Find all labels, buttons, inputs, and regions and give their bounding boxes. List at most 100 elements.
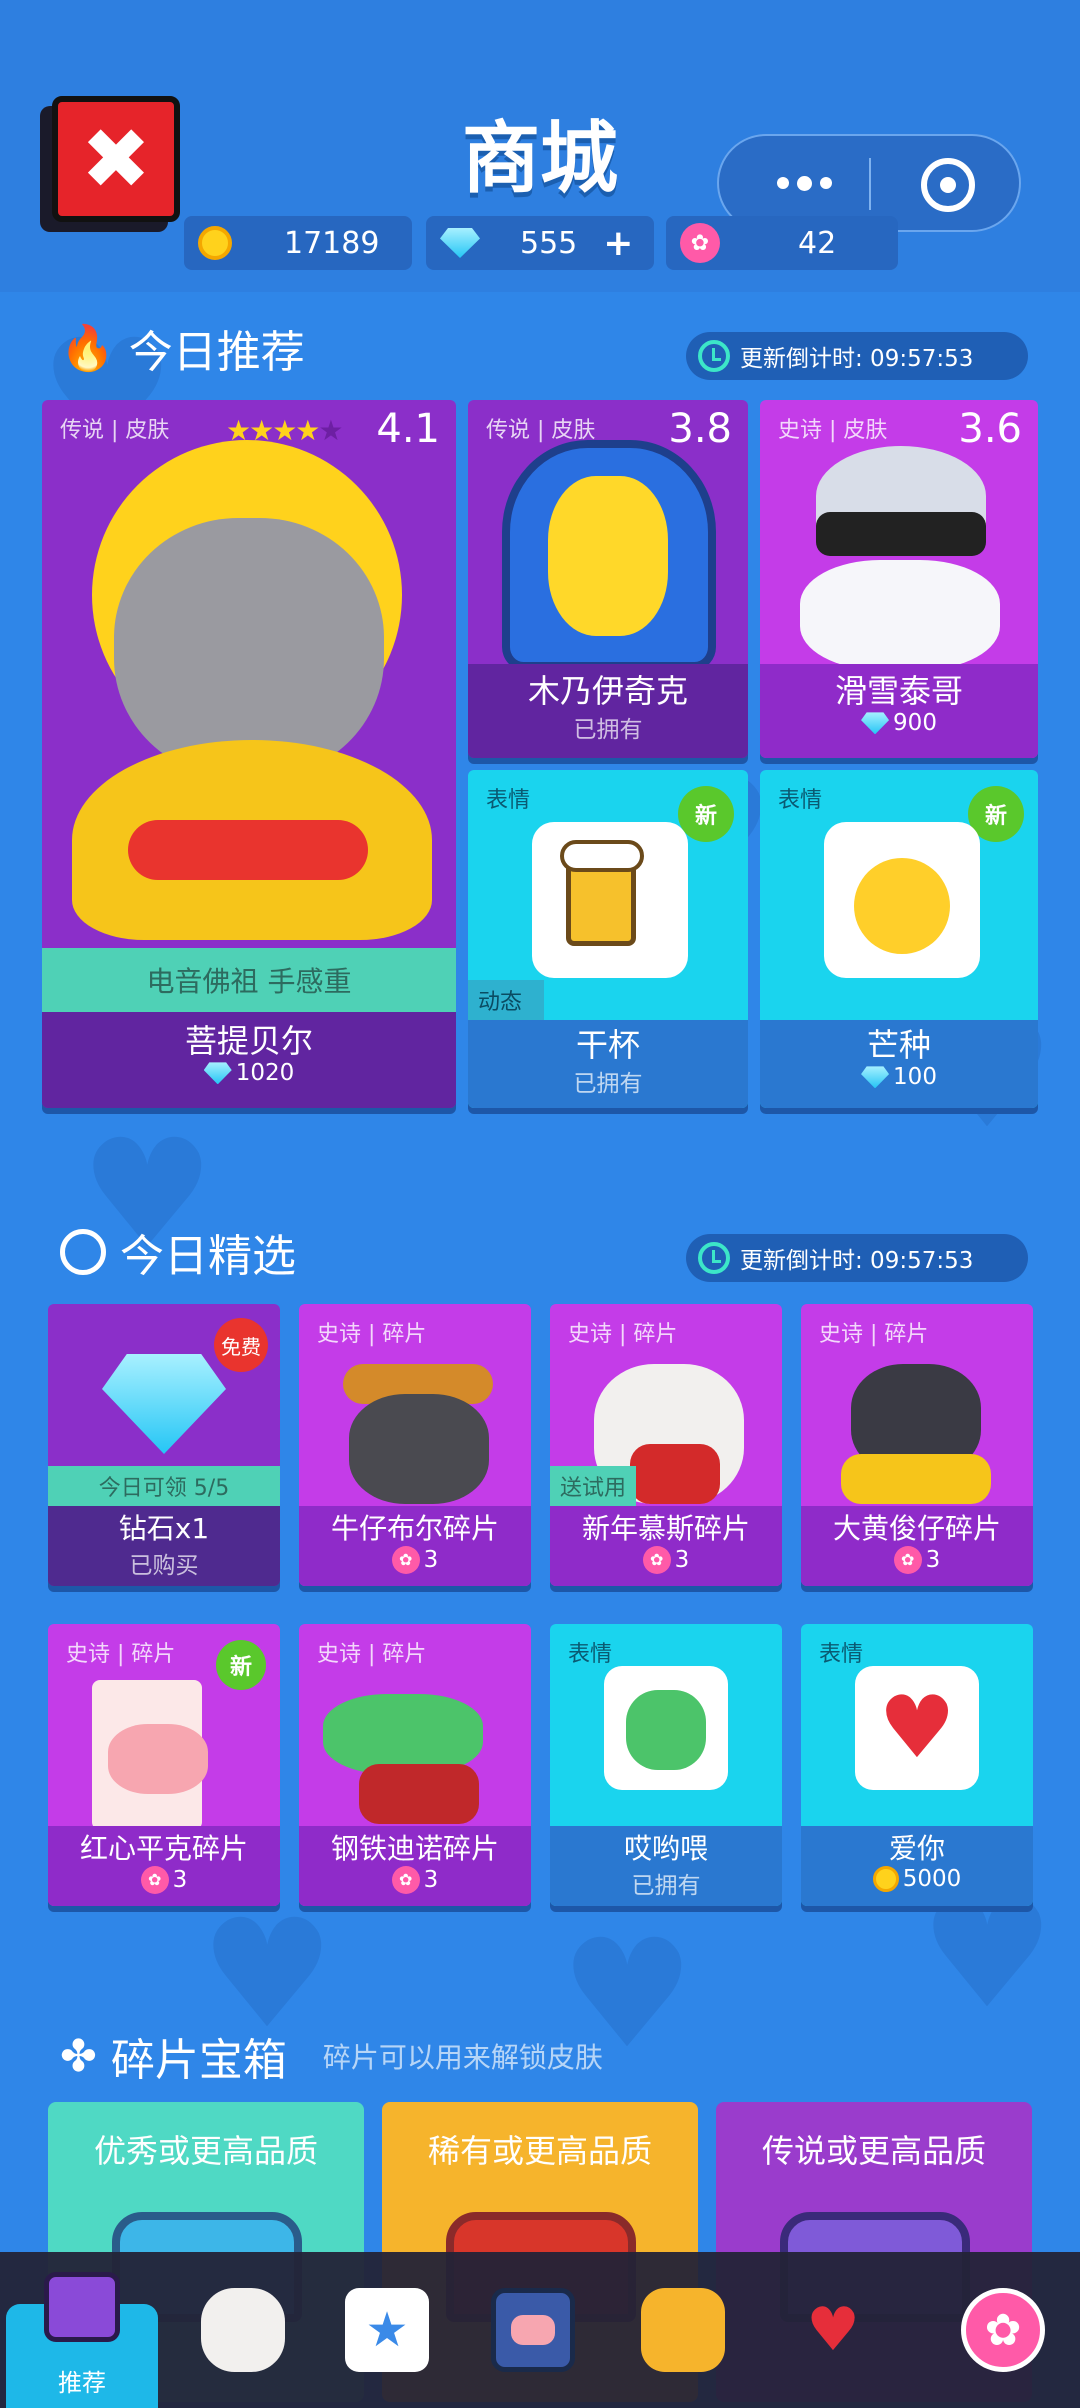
card-tagline: 电音佛祖 手感重	[42, 948, 456, 1012]
card-meta: 史诗 | 碎片	[819, 1322, 929, 1347]
gem-balance: 555 +	[426, 216, 654, 270]
card-meta: 表情	[819, 1642, 864, 1667]
coin-balance: 17189	[184, 216, 412, 270]
flower-value: 42	[798, 225, 837, 261]
gem-icon	[203, 1062, 232, 1085]
nav-label: 推荐	[58, 2368, 106, 2397]
card-footer: 木乃伊奇克 已拥有	[468, 664, 748, 758]
section-title-recommend: 🔥 今日推荐	[60, 323, 305, 378]
flower-icon: ✿	[961, 2288, 1045, 2372]
shop-item-card[interactable]: 史诗 | 碎片 牛仔布尔碎片 ✿ 3	[299, 1304, 531, 1586]
goggles-image	[816, 512, 986, 556]
flame-icon: 🔥	[60, 323, 115, 374]
card-footer: 干杯 已拥有	[468, 1020, 748, 1108]
card-price: 3	[925, 1546, 941, 1573]
shop-item-card[interactable]: 免费 今日可领 5/5 钻石x1 已购买	[48, 1304, 280, 1586]
clock-icon	[698, 1242, 730, 1274]
card-price: 3	[423, 1866, 439, 1893]
card-footer: 哎哟喂 已拥有	[550, 1826, 782, 1906]
emote-card[interactable]: 表情 新 芒种 100	[760, 770, 1038, 1108]
nav-tab-emotes[interactable]: ★	[310, 2252, 464, 2408]
emote-card[interactable]: 表情 ♥ 爱你 5000	[801, 1624, 1033, 1906]
skin-card[interactable]: 史诗 | 皮肤 3.6 滑雪泰哥 900	[760, 400, 1038, 758]
gem-icon	[861, 712, 890, 735]
shop-item-card[interactable]: 史诗 | 碎片 新 红心平克碎片 ✿ 3	[48, 1624, 280, 1906]
card-footer: 钻石x1 已购买	[48, 1506, 280, 1586]
featured-skin-card[interactable]: 传说 | 皮肤 ★★★★★ 4.1 电音佛祖 手感重 菩提贝尔 1020	[42, 400, 456, 1108]
card-name: 干杯	[575, 1026, 640, 1064]
chick-emote-icon	[824, 822, 980, 978]
flower-icon: ✿	[391, 1865, 420, 1894]
card-meta: 史诗 | 碎片	[66, 1642, 176, 1667]
card-name: 爱你	[888, 1832, 945, 1865]
skin-card[interactable]: 传说 | 皮肤 3.8 木乃伊奇克 已拥有	[468, 400, 748, 758]
gem-icon	[440, 228, 480, 258]
claim-tag: 今日可领 5/5	[48, 1466, 280, 1506]
card-footer: 爱你 5000	[801, 1826, 1033, 1906]
nav-tab-characters[interactable]	[166, 2252, 320, 2408]
add-gem-button[interactable]: +	[603, 223, 633, 264]
coin-icon	[872, 1865, 899, 1892]
card-rating: 4.1	[376, 406, 440, 452]
shop-item-card[interactable]: 史诗 | 碎片 大黄俊仔碎片 ✿ 3	[801, 1304, 1033, 1586]
star-bubble-icon: ★	[345, 2288, 429, 2372]
nav-tab-tv[interactable]	[456, 2252, 610, 2408]
chest-hint: 碎片可以用来解锁皮肤	[322, 2041, 603, 2074]
card-name: 大黄俊仔碎片	[832, 1512, 1001, 1545]
card-footer: 菩提贝尔 1020	[42, 1012, 456, 1108]
bunny-character-icon	[201, 2288, 285, 2372]
card-footer: 红心平克碎片 ✿ 3	[48, 1826, 280, 1906]
diamond-icon	[102, 1354, 226, 1454]
shop-item-card[interactable]: 史诗 | 碎片 送试用 新年慕斯碎片 ✿ 3	[550, 1304, 782, 1586]
shop-item-card[interactable]: 史诗 | 碎片 钢铁迪诺碎片 ✿ 3	[299, 1624, 531, 1906]
card-meta: 传说 | 皮肤	[486, 418, 596, 443]
bottom-nav: 推荐 ★ ♥ ✿	[0, 2252, 1080, 2408]
dino-character-image	[323, 1694, 483, 1774]
card-meta: 史诗 | 皮肤	[778, 418, 888, 443]
iron-armor-image	[359, 1764, 479, 1824]
exit-target-icon[interactable]	[921, 158, 975, 212]
chest-label: 稀有或更高品质	[427, 2132, 652, 2170]
card-footer: 芒种 100	[760, 1020, 1038, 1108]
tv-icon	[491, 2288, 575, 2372]
clover-icon: ✤	[60, 2030, 97, 2082]
buddha-character-image	[114, 518, 384, 778]
card-meta: 表情	[486, 788, 531, 813]
flower-icon: ✿	[391, 1545, 420, 1574]
trial-tag: 送试用	[550, 1466, 636, 1506]
card-name: 钢铁迪诺碎片	[330, 1832, 499, 1865]
nav-tab-flower[interactable]: ✿	[926, 2252, 1080, 2408]
lion-costume-image	[630, 1444, 720, 1504]
divider	[869, 158, 871, 210]
coin-icon	[198, 226, 232, 260]
tiger-character-image	[800, 560, 1000, 670]
dynamic-tag: 动态	[468, 980, 544, 1020]
card-status: 已拥有	[573, 717, 643, 744]
card-meta: 史诗 | 碎片	[568, 1322, 678, 1347]
card-name: 木乃伊奇克	[527, 672, 688, 710]
face-icon	[641, 2288, 725, 2372]
page-title: 商城	[461, 114, 618, 204]
card-status: 已购买	[129, 1552, 199, 1579]
chest-label: 优秀或更高品质	[93, 2132, 318, 2170]
new-badge: 新	[678, 786, 734, 842]
nav-tab-stamp[interactable]: ♥	[756, 2252, 910, 2408]
lotus-image	[128, 820, 368, 880]
card-footer: 大黄俊仔碎片 ✿ 3	[801, 1506, 1033, 1586]
card-footer: 新年慕斯碎片 ✿ 3	[550, 1506, 782, 1586]
gem-icon	[861, 1066, 890, 1089]
card-name: 牛仔布尔碎片	[330, 1512, 499, 1545]
flower-icon: ✿	[140, 1865, 169, 1894]
emote-card[interactable]: 表情 新 动态 干杯 已拥有	[468, 770, 748, 1108]
close-button[interactable]: ✖	[52, 96, 180, 222]
section-title-chests: ✤ 碎片宝箱 碎片可以用来解锁皮肤	[60, 2030, 603, 2087]
clock-icon	[60, 1229, 106, 1275]
nav-tab-face[interactable]	[606, 2252, 760, 2408]
card-rating: 3.8	[668, 406, 732, 452]
card-price: 3	[172, 1866, 188, 1893]
heart-emote-icon: ♥	[855, 1666, 979, 1790]
emote-card[interactable]: 表情 哎哟喂 已拥有	[550, 1624, 782, 1906]
card-status: 已拥有	[573, 1071, 643, 1098]
nav-tab-recommend[interactable]: 推荐	[6, 2272, 158, 2408]
card-price: 100	[893, 1064, 937, 1091]
